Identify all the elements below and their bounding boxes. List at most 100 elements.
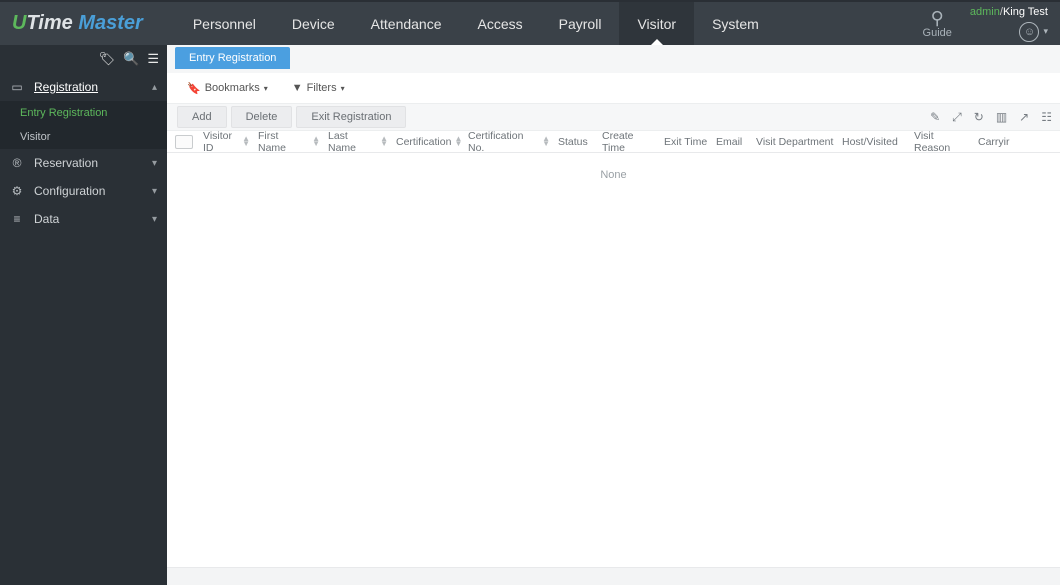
column-label: Certification bbox=[396, 136, 451, 148]
section-icon: ▭ bbox=[10, 80, 24, 94]
chevron-up-icon: ▴ bbox=[152, 82, 157, 93]
top-right: ⚲ Guide admin/King Test ☺ ▾ bbox=[923, 6, 1048, 42]
select-all-checkbox[interactable] bbox=[175, 135, 193, 149]
column-host-visited[interactable]: Host/Visited bbox=[838, 136, 910, 148]
sidebar-section-configuration[interactable]: ⚙ Configuration ▾ bbox=[0, 177, 167, 205]
table-header: Visitor ID▲▼First Name▲▼Last Name▲▼Certi… bbox=[167, 131, 1060, 153]
edit-icon[interactable]: ✎ bbox=[930, 110, 940, 125]
sort-icon: ▲▼ bbox=[380, 137, 388, 146]
tab-strip: Entry Registration bbox=[167, 45, 1060, 73]
column-visit-reason[interactable]: Visit Reason bbox=[910, 130, 974, 154]
topnav-item-attendance[interactable]: Attendance bbox=[353, 2, 460, 45]
bookmarks-dropdown[interactable]: 🔖 Bookmarks ▾ bbox=[187, 82, 268, 95]
content-area: Entry Registration 🔖 Bookmarks ▾ ▼ Filte… bbox=[167, 45, 1060, 585]
top-bar: UTime Master PersonnelDeviceAttendanceAc… bbox=[0, 0, 1060, 45]
add-button[interactable]: Add bbox=[177, 106, 227, 128]
chevron-down-icon: ▾ bbox=[152, 158, 157, 169]
filter-icon: ▼ bbox=[292, 82, 303, 94]
refresh-icon[interactable]: ↻ bbox=[974, 110, 984, 125]
section-label: Configuration bbox=[34, 184, 105, 198]
logo: UTime Master bbox=[0, 12, 155, 35]
sidebar-top-icons: 🏷 🔍 ☰ bbox=[0, 45, 167, 73]
section-label: Data bbox=[34, 212, 59, 226]
column-label: Create Time bbox=[602, 130, 656, 154]
list-icon[interactable]: ☰ bbox=[147, 51, 159, 67]
sidebar-item-visitor[interactable]: Visitor bbox=[0, 125, 167, 149]
filters-dropdown[interactable]: ▼ Filters ▾ bbox=[292, 82, 345, 94]
column-first-name[interactable]: First Name▲▼ bbox=[254, 130, 324, 154]
sort-icon: ▲▼ bbox=[454, 137, 462, 146]
sidebar: 🏷 🔍 ☰ ▭ Registration ▴ Entry RegistrationVi… bbox=[0, 45, 167, 585]
columns-icon[interactable]: ▥ bbox=[996, 110, 1007, 125]
filters-label: Filters bbox=[307, 82, 337, 94]
sort-icon: ▲▼ bbox=[542, 137, 550, 146]
column-label: Visitor ID bbox=[203, 130, 239, 154]
topnav-item-device[interactable]: Device bbox=[274, 2, 353, 45]
topnav-item-access[interactable]: Access bbox=[460, 2, 541, 45]
sort-icon: ▲▼ bbox=[242, 137, 250, 146]
section-icon: ≡ bbox=[10, 212, 24, 226]
user-admin: admin bbox=[970, 6, 1000, 18]
column-label: Status bbox=[558, 136, 588, 148]
footer-bar bbox=[167, 567, 1060, 585]
column-label: Exit Time bbox=[664, 136, 707, 148]
column-label: Visit Department bbox=[756, 136, 833, 148]
logo-u: U bbox=[12, 12, 26, 34]
logo-time: Time bbox=[26, 12, 72, 34]
topnav-item-payroll[interactable]: Payroll bbox=[541, 2, 620, 45]
section-icon: ⚙ bbox=[10, 184, 24, 198]
guide-button[interactable]: ⚲ Guide bbox=[923, 9, 952, 39]
column-carryir[interactable]: Carryir bbox=[974, 136, 1012, 148]
column-last-name[interactable]: Last Name▲▼ bbox=[324, 130, 392, 154]
column-label: Carryir bbox=[978, 136, 1010, 148]
section-label: Registration bbox=[34, 80, 98, 94]
guide-label: Guide bbox=[923, 27, 952, 39]
user-menu[interactable]: ☺ ▾ bbox=[1019, 22, 1048, 42]
column-certification[interactable]: Certification▲▼ bbox=[392, 136, 464, 148]
tab-entry-registration[interactable]: Entry Registration bbox=[175, 47, 290, 69]
table-body: None bbox=[167, 153, 1060, 567]
chevron-down-icon: ▾ bbox=[341, 84, 345, 93]
column-label: Last Name bbox=[328, 130, 377, 154]
chevron-down-icon: ▾ bbox=[152, 186, 157, 197]
column-create-time[interactable]: Create Time bbox=[598, 130, 660, 154]
user-info: admin/King Test bbox=[970, 6, 1048, 18]
bookmark-icon: 🔖 bbox=[187, 82, 201, 95]
column-status[interactable]: Status bbox=[554, 136, 598, 148]
column-certification-no-[interactable]: Certification No.▲▼ bbox=[464, 130, 554, 154]
sidebar-item-entry-registration[interactable]: Entry Registration bbox=[0, 101, 167, 125]
column-visitor-id[interactable]: Visitor ID▲▼ bbox=[199, 130, 254, 154]
column-exit-time[interactable]: Exit Time bbox=[660, 136, 712, 148]
export-icon[interactable]: ↗ bbox=[1019, 110, 1029, 125]
action-bar: Add Delete Exit Registration ✎ ⤢ ↻ ▥ ↗ ☷ bbox=[167, 103, 1060, 131]
sidebar-section-registration[interactable]: ▭ Registration ▴ bbox=[0, 73, 167, 101]
sort-icon: ▲▼ bbox=[312, 137, 320, 146]
column-label: Visit Reason bbox=[914, 130, 970, 154]
column-label: First Name bbox=[258, 130, 309, 154]
column-label: Host/Visited bbox=[842, 136, 898, 148]
avatar-icon: ☺ bbox=[1019, 22, 1039, 42]
section-label: Reservation bbox=[34, 156, 98, 170]
topnav-item-system[interactable]: System bbox=[694, 2, 777, 45]
settings-icon[interactable]: ☷ bbox=[1041, 110, 1052, 125]
section-icon: ® bbox=[10, 156, 24, 170]
sidebar-section-reservation[interactable]: ® Reservation ▾ bbox=[0, 149, 167, 177]
column-label: Email bbox=[716, 136, 742, 148]
sidebar-section-data[interactable]: ≡ Data ▾ bbox=[0, 205, 167, 233]
exit-registration-button[interactable]: Exit Registration bbox=[296, 106, 406, 128]
logo-master: Master bbox=[78, 12, 142, 34]
top-nav: PersonnelDeviceAttendanceAccessPayrollVi… bbox=[175, 2, 777, 45]
bookmarks-label: Bookmarks bbox=[205, 82, 260, 94]
column-email[interactable]: Email bbox=[712, 136, 752, 148]
column-visit-department[interactable]: Visit Department bbox=[752, 136, 838, 148]
chevron-down-icon: ▾ bbox=[152, 214, 157, 225]
search-icon[interactable]: 🔍 bbox=[123, 51, 139, 67]
topnav-item-visitor[interactable]: Visitor bbox=[619, 2, 694, 45]
expand-icon[interactable]: ⤢ bbox=[952, 110, 962, 125]
chevron-down-icon: ▾ bbox=[264, 84, 268, 93]
delete-button[interactable]: Delete bbox=[231, 106, 293, 128]
tag-icon[interactable]: 🏷 bbox=[99, 51, 116, 67]
topnav-item-personnel[interactable]: Personnel bbox=[175, 2, 274, 45]
guide-icon: ⚲ bbox=[931, 9, 944, 27]
user-company: King Test bbox=[1003, 6, 1048, 18]
